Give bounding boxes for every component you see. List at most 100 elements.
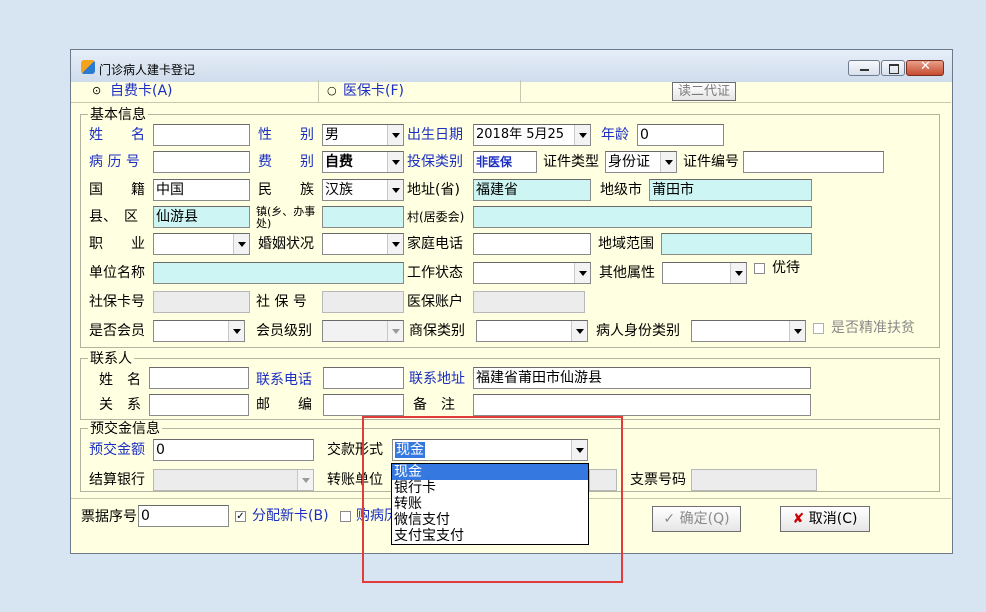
gender-select[interactable]: 男 [322, 124, 404, 146]
town-input[interactable] [322, 206, 404, 228]
remark-input[interactable] [473, 394, 811, 416]
fee-type-label: 费 别 [258, 154, 314, 170]
marital-select[interactable] [322, 233, 404, 255]
card-type-bar [71, 80, 951, 103]
contact-title: 联系人 [88, 351, 134, 367]
radio-insurance-icon[interactable]: ○ [327, 82, 337, 100]
radio-self-pay-icon[interactable]: ⊙ [92, 82, 101, 100]
insurance-type-value[interactable]: 非医保 [473, 151, 537, 173]
region-input[interactable] [661, 233, 812, 255]
id-type-label: 证件类型 [543, 154, 599, 170]
highlight-box [362, 416, 623, 583]
chevron-down-icon[interactable] [387, 321, 403, 341]
chevron-down-icon[interactable] [387, 234, 403, 254]
insurance-type-label: 投保类别 [407, 154, 463, 170]
chevron-down-icon[interactable] [233, 234, 249, 254]
self-pay-card-label[interactable]: 自费卡(A) [110, 82, 173, 100]
patient-identity-select[interactable] [691, 320, 806, 342]
occupation-select[interactable] [153, 233, 250, 255]
id-number-input[interactable] [743, 151, 884, 173]
social-card-label: 社保卡号 [89, 294, 145, 310]
city-input[interactable]: 莆田市 [649, 179, 812, 201]
chevron-down-icon[interactable] [387, 125, 403, 145]
poverty-checkbox[interactable] [813, 323, 824, 334]
chevron-down-icon[interactable] [574, 125, 590, 145]
minimize-icon[interactable] [848, 60, 880, 76]
postcode-label: 邮 编 [256, 397, 312, 413]
village-input[interactable] [473, 206, 812, 228]
id-type-select[interactable]: 身份证 [605, 151, 677, 173]
cancel-button[interactable]: ✘ 取消(C) [780, 506, 870, 532]
postcode-input[interactable] [323, 394, 404, 416]
record-number-input[interactable] [153, 151, 250, 173]
chevron-down-icon[interactable] [660, 152, 676, 172]
contact-phone-label: 联系电话 [256, 372, 312, 388]
app-icon [81, 60, 95, 74]
social-number-input[interactable] [322, 291, 404, 313]
home-phone-label: 家庭电话 [407, 236, 463, 252]
contact-name-input[interactable] [149, 367, 249, 389]
bank-label: 结算银行 [89, 472, 145, 488]
gender-value: 男 [325, 127, 339, 143]
insurance-card-label[interactable]: 医保卡(F) [343, 82, 404, 100]
ethnic-value: 汉族 [325, 182, 353, 198]
contact-address-input[interactable]: 福建省莆田市仙游县 [473, 367, 811, 389]
maximize-icon[interactable] [881, 60, 905, 76]
chevron-down-icon[interactable] [387, 180, 403, 200]
province-input[interactable]: 福建省 [473, 179, 591, 201]
patient-identity-label: 病人身份类别 [596, 323, 680, 339]
birth-date-picker[interactable]: 2018年 5月25 [473, 124, 591, 146]
window-title: 门诊病人建卡登记 [99, 63, 196, 77]
employer-input[interactable] [153, 262, 404, 284]
chevron-down-icon[interactable] [571, 321, 587, 341]
chevron-down-icon[interactable] [387, 152, 403, 172]
member-label: 是否会员 [89, 323, 145, 339]
deposit-amount-label: 预交金额 [89, 442, 145, 458]
deposit-amount-input[interactable]: 0 [153, 439, 314, 461]
medical-account-label: 医保账户 [407, 294, 463, 310]
bank-select[interactable] [153, 469, 314, 491]
receipt-number-label: 票据序号 [81, 509, 137, 525]
contact-address-label: 联系地址 [409, 371, 465, 387]
chevron-down-icon[interactable] [789, 321, 805, 341]
employer-label: 单位名称 [89, 265, 145, 281]
divider [520, 80, 521, 102]
member-select[interactable] [153, 320, 245, 342]
id-number-label: 证件编号 [683, 154, 739, 170]
contact-name-label: 姓 名 [99, 372, 141, 388]
commercial-ins-label: 商保类别 [409, 323, 465, 339]
close-icon[interactable]: ✕ [906, 59, 944, 76]
relation-input[interactable] [149, 394, 249, 416]
chevron-down-icon[interactable] [228, 321, 244, 341]
medical-account-input[interactable] [473, 291, 585, 313]
nationality-input[interactable]: 中国 [153, 179, 250, 201]
member-level-select[interactable] [322, 320, 404, 342]
home-phone-input[interactable] [473, 233, 591, 255]
vip-checkbox[interactable] [754, 263, 765, 274]
check-number-input[interactable] [691, 469, 817, 491]
village-label: 村(居委会) [407, 210, 465, 224]
check-icon: ✓ [663, 511, 676, 527]
commercial-ins-select[interactable] [476, 320, 588, 342]
read-id-card-button[interactable]: 读二代证 [672, 82, 736, 101]
confirm-button[interactable]: ✓ 确定(Q) [652, 506, 741, 532]
ethnic-select[interactable]: 汉族 [322, 179, 404, 201]
chevron-down-icon[interactable] [574, 263, 590, 283]
province-label: 地址(省) [407, 182, 460, 198]
chevron-down-icon[interactable] [730, 263, 746, 283]
county-input[interactable]: 仙游县 [153, 206, 250, 228]
social-card-input[interactable] [153, 291, 250, 313]
buy-record-checkbox[interactable] [340, 511, 351, 522]
contact-phone-input[interactable] [323, 367, 404, 389]
age-input[interactable]: 0 [637, 124, 724, 146]
work-status-select[interactable] [473, 262, 591, 284]
fee-type-select[interactable]: 自费 [322, 151, 404, 173]
other-attr-select[interactable] [662, 262, 747, 284]
confirm-label: 确定(Q) [679, 511, 730, 527]
new-card-checkbox[interactable]: ✓ [235, 511, 246, 522]
patient-name-input[interactable] [153, 124, 250, 146]
town-label: 镇(乡、办事处) [256, 205, 316, 230]
social-number-label: 社 保 号 [256, 294, 307, 310]
chevron-down-icon[interactable] [297, 470, 313, 490]
receipt-number-input[interactable]: 0 [138, 505, 229, 527]
